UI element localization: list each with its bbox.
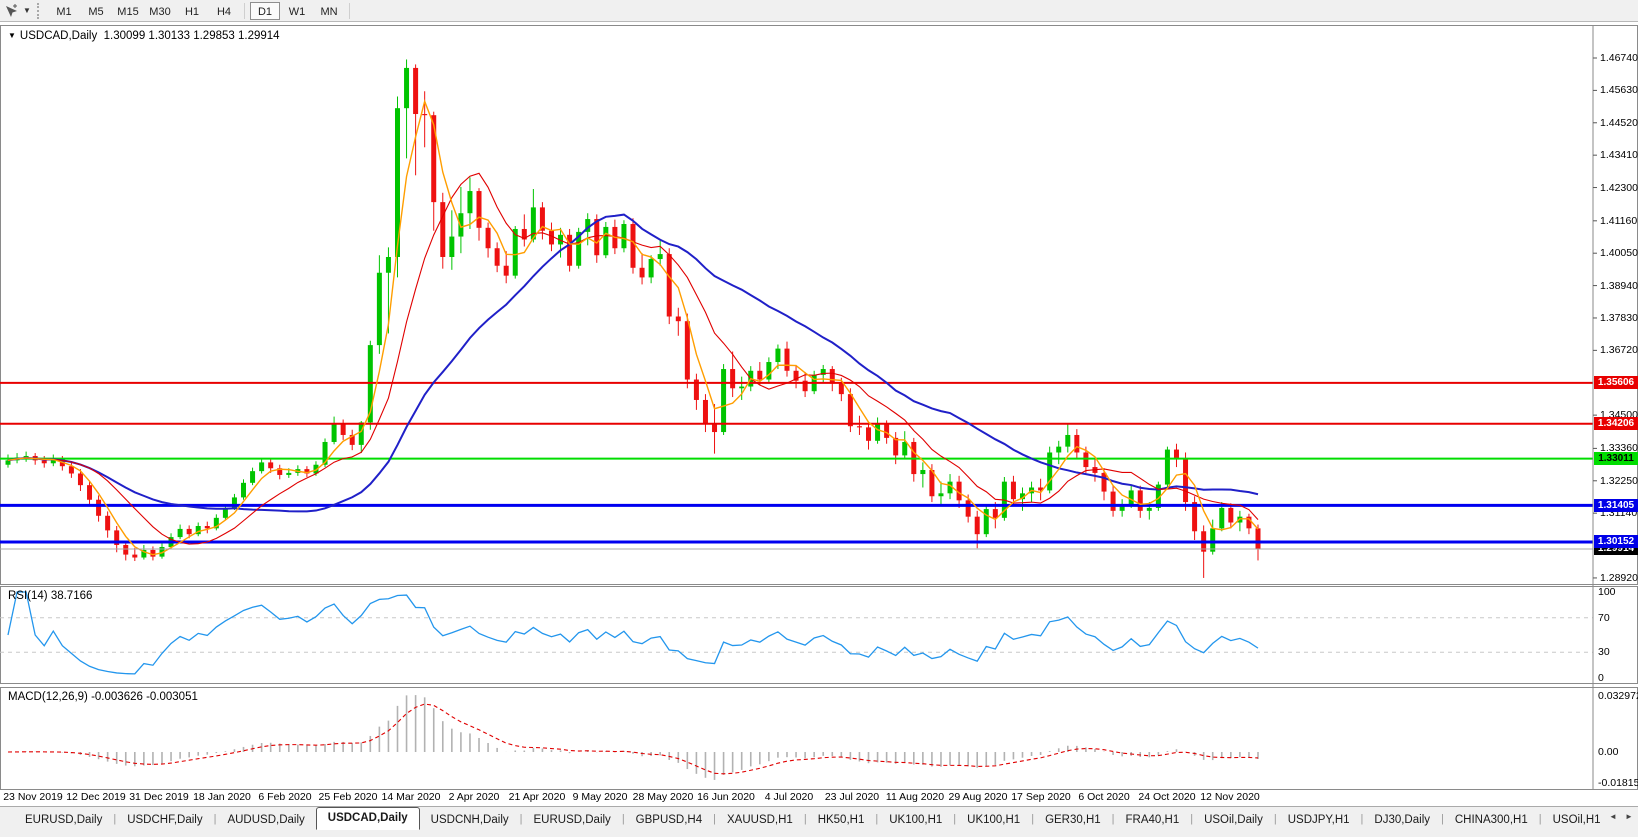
tabbar-scroll-left[interactable]: ◄ xyxy=(1606,808,1620,826)
rsi-label: RSI(14) 38.7166 xyxy=(8,590,93,602)
rsi-axis-label-30: 30 xyxy=(1598,646,1610,659)
tab-china300-h1[interactable]: CHINA300,H1 xyxy=(1444,810,1539,830)
price-tick-label: 1.42300 xyxy=(1600,181,1638,194)
tab-usdjpy-h1[interactable]: USDJPY,H1 xyxy=(1277,810,1361,830)
ma-fast-line xyxy=(7,99,1259,556)
hline-badge-1.30152: 1.30152 xyxy=(1594,535,1638,549)
tab-uk100-h1[interactable]: UK100,H1 xyxy=(878,810,953,830)
macd-label: MACD(12,26,9) -0.003626 -0.003051 xyxy=(8,691,198,703)
tab-dj30-daily[interactable]: DJ30,Daily xyxy=(1363,810,1441,830)
hline-badge-1.34206: 1.34206 xyxy=(1594,417,1638,431)
hline-badge-1.33011: 1.33011 xyxy=(1594,452,1638,466)
price-tick-label: 1.40050 xyxy=(1600,247,1638,260)
price-tick-label: 1.32250 xyxy=(1600,474,1638,487)
macd-axis-label-0.032972: 0.032972 xyxy=(1598,690,1638,702)
mt4-terminal: ▼ M1 M5 M15 M30 H1 H4 D1 W1 MN ▼ USDCAD,Daily 1.3… xyxy=(0,0,1638,837)
chart-title: ▼ USDCAD,Daily 1.30099 1.30133 1.29853 1.… xyxy=(8,30,280,42)
macd-signal-line xyxy=(7,703,1259,775)
tabbar-scroll-arrows: ◄ ► xyxy=(1600,808,1636,828)
ohlc-close: 1.29914 xyxy=(237,30,280,42)
tab-eurusd-daily[interactable]: EURUSD,Daily xyxy=(522,810,621,830)
tab-hk50-h1[interactable]: HK50,H1 xyxy=(807,810,876,830)
tab-usdcad-daily[interactable]: USDCAD,Daily xyxy=(315,807,420,830)
ohlc-open: 1.30099 xyxy=(103,30,146,42)
chart-symbol-label: USDCAD,Daily xyxy=(19,30,98,42)
bottom-strip xyxy=(0,830,1638,837)
price-tick-label: 1.28920 xyxy=(1600,571,1638,584)
price-tick-label: 1.36720 xyxy=(1600,344,1638,357)
tab-ger30-h1[interactable]: GER30,H1 xyxy=(1034,810,1112,830)
macd-histogram xyxy=(16,695,1259,780)
tab-gbpusd-h4[interactable]: GBPUSD,H4 xyxy=(625,810,713,830)
hline-badge-1.31405: 1.31405 xyxy=(1594,498,1638,512)
hline-badge-1.35606: 1.35606 xyxy=(1594,376,1638,390)
rsi-axis-label-70: 70 xyxy=(1598,611,1610,624)
price-tick-label: 1.46740 xyxy=(1600,52,1638,64)
ohlc-low: 1.29853 xyxy=(193,30,235,42)
symbol-tabbar: EURUSD,Daily | USDCHF,Daily | AUDUSD,Daily US… xyxy=(0,806,1638,830)
price-tick-label: 1.37830 xyxy=(1600,311,1638,324)
price-tick-label: 1.44520 xyxy=(1600,116,1638,129)
tab-audusd-daily[interactable]: AUDUSD,Daily xyxy=(216,810,315,830)
price-tick-label: 1.41160 xyxy=(1600,214,1638,227)
macd-axis-label-0.00: 0.00 xyxy=(1598,746,1619,758)
tab-uk100-h1[interactable]: UK100,H1 xyxy=(956,810,1031,830)
tab-eurusd-daily[interactable]: EURUSD,Daily xyxy=(14,810,113,830)
tab-usoil-daily[interactable]: USOil,Daily xyxy=(1193,810,1274,830)
candles-layer xyxy=(5,59,1261,578)
tab-usdchf-daily[interactable]: USDCHF,Daily xyxy=(116,810,213,830)
rsi-axis-label-0: 0 xyxy=(1598,672,1604,684)
macd-axis-label--0.018154: -0.018154 xyxy=(1598,776,1638,789)
tab-fra40-h1[interactable]: FRA40,H1 xyxy=(1115,810,1191,830)
rsi-line xyxy=(7,591,1259,675)
chart-canvas[interactable] xyxy=(0,0,1638,837)
tab-usdcnh-daily[interactable]: USDCNH,Daily xyxy=(420,810,520,830)
symbol-dropdown-icon[interactable]: ▼ xyxy=(8,31,16,40)
rsi-axis-label-100: 100 xyxy=(1598,586,1616,598)
price-tick-label: 1.45630 xyxy=(1600,84,1638,97)
date-label: 12 Nov 2020 xyxy=(1200,791,1260,803)
price-tick-label: 1.43410 xyxy=(1600,149,1638,162)
tabbar-scroll-right[interactable]: ► xyxy=(1622,808,1636,826)
price-tick-label: 1.38940 xyxy=(1600,279,1638,292)
tab-xauusd-h1[interactable]: XAUUSD,H1 xyxy=(716,810,804,830)
ohlc-high: 1.30133 xyxy=(148,30,190,42)
